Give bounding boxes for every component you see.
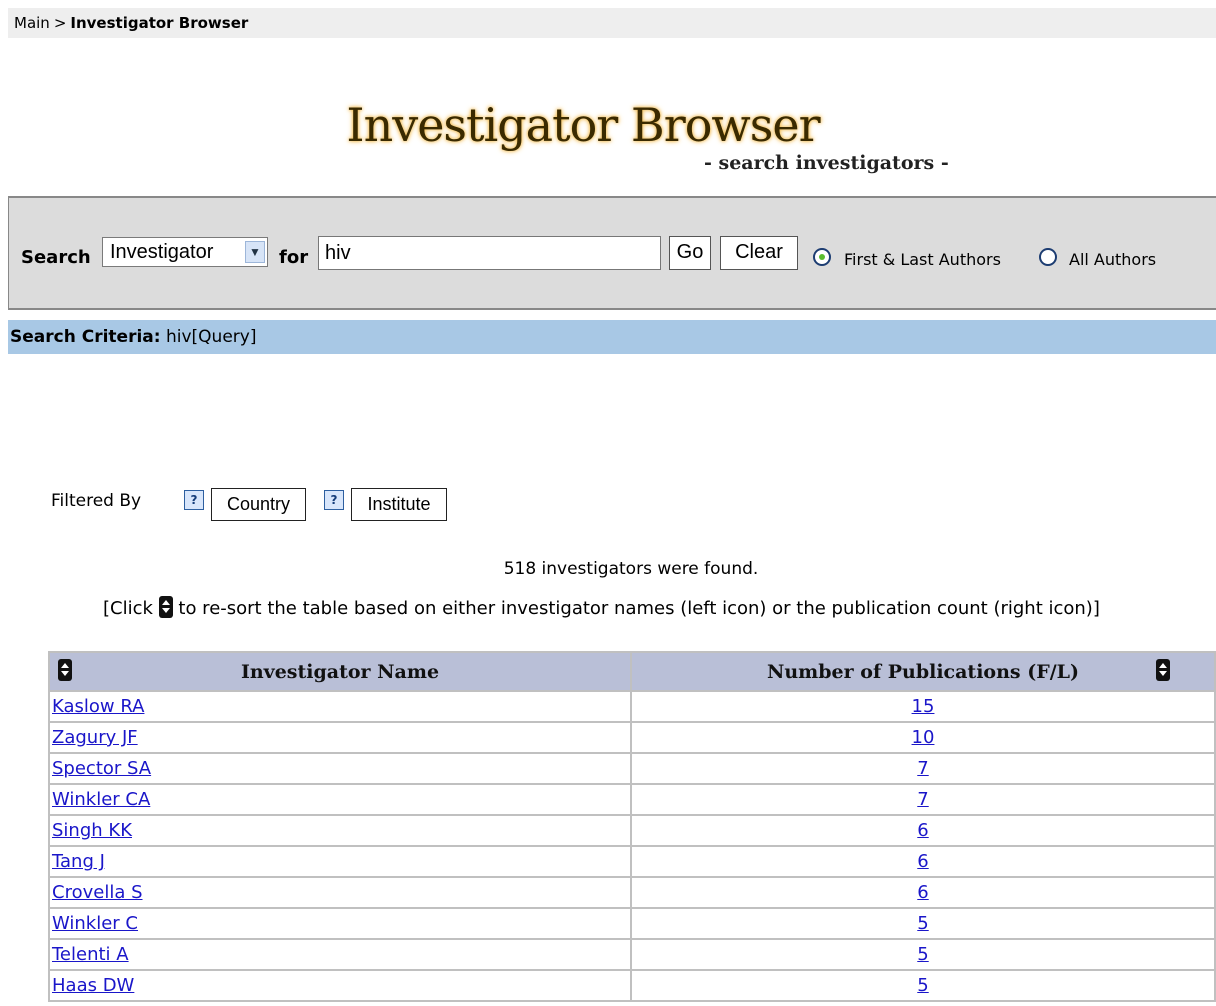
help-icon[interactable]: ? — [324, 490, 344, 510]
investigator-link[interactable]: Spector SA — [52, 758, 151, 779]
search-criteria-label: Search Criteria: — [10, 327, 161, 347]
table-row: Spector SA 7 — [48, 752, 1216, 785]
clear-button[interactable]: Clear — [720, 236, 798, 270]
table-row: Crovella S 6 — [48, 876, 1216, 909]
publication-count-header-label: Number of Publications (F/L) — [766, 660, 1079, 683]
chevron-down-icon[interactable]: ▼ — [245, 241, 265, 263]
publication-count-link[interactable]: 6 — [917, 820, 928, 841]
country-filter-button[interactable]: Country — [211, 488, 306, 521]
table-row: Winkler C 5 — [48, 907, 1216, 940]
table-row: Kaslow RA 15 — [48, 690, 1216, 723]
breadcrumb-separator: > — [53, 14, 67, 32]
table-row: Winkler CA 7 — [48, 783, 1216, 816]
investigator-link[interactable]: Winkler C — [52, 913, 138, 934]
publication-count-link[interactable]: 7 — [917, 758, 928, 779]
publication-count-link[interactable]: 7 — [917, 789, 928, 810]
sort-icon — [158, 596, 173, 618]
breadcrumb-main-link[interactable]: Main — [14, 14, 50, 32]
sort-note-suffix: to re-sort the table based on either inv… — [178, 598, 1100, 619]
search-label: Search — [21, 247, 91, 268]
publication-count-link[interactable]: 15 — [912, 696, 935, 717]
publication-count-link[interactable]: 5 — [917, 913, 928, 934]
all-authors-label[interactable]: All Authors — [1069, 250, 1156, 269]
search-criteria-value: hiv[Query] — [165, 327, 257, 347]
publication-count-link[interactable]: 6 — [917, 882, 928, 903]
table-row: Telenti A 5 — [48, 938, 1216, 971]
table-row: Singh KK 6 — [48, 814, 1216, 847]
publication-count-link[interactable]: 10 — [912, 727, 935, 748]
table-row: Haas DW 5 — [48, 969, 1216, 1002]
investigator-link[interactable]: Singh KK — [52, 820, 132, 841]
table-row: Tang J 6 — [48, 845, 1216, 878]
institute-filter-button[interactable]: Institute — [351, 488, 447, 521]
investigator-link[interactable]: Telenti A — [52, 944, 129, 965]
investigator-name-header-label: Investigator Name — [240, 660, 440, 683]
go-button[interactable]: Go — [669, 236, 711, 270]
all-authors-radio[interactable] — [1039, 248, 1057, 266]
investigator-link[interactable]: Winkler CA — [52, 789, 150, 810]
breadcrumb: Main > Investigator Browser — [8, 8, 1216, 38]
investigator-name-header: Investigator Name — [48, 651, 632, 692]
breadcrumb-current: Investigator Browser — [70, 14, 249, 32]
search-criteria-bar: Search Criteria: hiv[Query] — [8, 320, 1216, 354]
investigator-link[interactable]: Tang J — [52, 851, 105, 872]
investigator-table: Investigator Name Number of Publications… — [48, 651, 1216, 1002]
page-title: Investigator Browser — [346, 98, 820, 152]
sort-by-name-icon[interactable] — [58, 659, 72, 681]
filtered-by-label: Filtered By — [51, 491, 142, 511]
investigator-link[interactable]: Zagury JF — [52, 727, 138, 748]
table-row: Zagury JF 10 — [48, 721, 1216, 754]
for-label: for — [279, 247, 309, 268]
sort-instructions: [Click to re-sort the table based on eit… — [103, 596, 1100, 619]
publication-count-link[interactable]: 5 — [917, 975, 928, 996]
help-icon[interactable]: ? — [184, 490, 204, 510]
search-query-input[interactable] — [318, 236, 661, 270]
investigator-link[interactable]: Haas DW — [52, 975, 134, 996]
page-subtitle: - search investigators - — [704, 152, 949, 174]
search-panel: Search Investigator ▼ for Go Clear First… — [8, 196, 1216, 310]
results-count: 518 investigators were found. — [503, 559, 759, 579]
search-field-selected: Investigator — [110, 241, 214, 263]
first-last-authors-label[interactable]: First & Last Authors — [844, 250, 1001, 269]
sort-note-prefix: [Click — [103, 598, 153, 619]
publication-count-header: Number of Publications (F/L) — [630, 651, 1216, 692]
first-last-authors-radio[interactable] — [813, 248, 831, 266]
investigator-link[interactable]: Kaslow RA — [52, 696, 144, 717]
publication-count-link[interactable]: 5 — [917, 944, 928, 965]
investigator-link[interactable]: Crovella S — [52, 882, 143, 903]
search-field-select[interactable]: Investigator ▼ — [102, 237, 268, 267]
publication-count-link[interactable]: 6 — [917, 851, 928, 872]
sort-by-count-icon[interactable] — [1156, 659, 1170, 681]
